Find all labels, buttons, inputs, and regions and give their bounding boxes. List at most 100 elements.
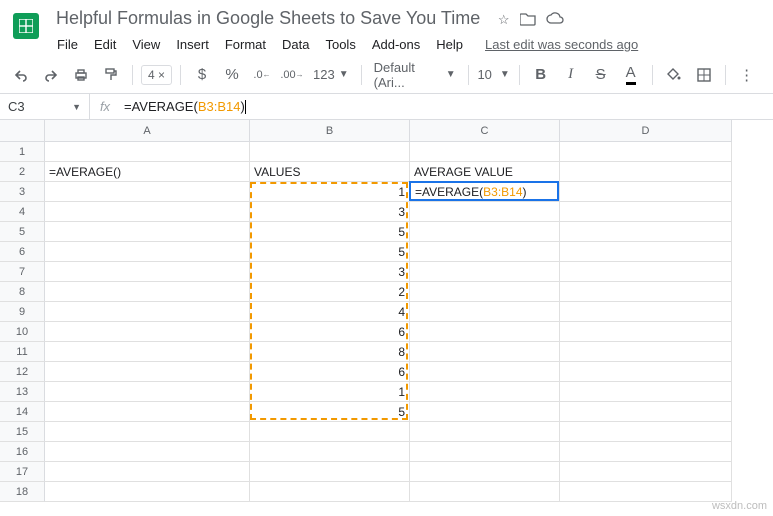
select-all-corner[interactable]	[0, 120, 45, 142]
cell[interactable]	[410, 282, 560, 302]
font-dropdown[interactable]: Default (Ari...▼	[370, 60, 460, 90]
cell[interactable]	[560, 282, 732, 302]
menu-format[interactable]: Format	[218, 33, 273, 56]
cell[interactable]	[45, 282, 250, 302]
cell[interactable]	[45, 242, 250, 262]
cell[interactable]	[45, 142, 250, 162]
star-icon[interactable]: ☆	[498, 12, 510, 29]
column-header[interactable]: A	[45, 120, 250, 142]
cell[interactable]: VALUES	[250, 162, 410, 182]
cell[interactable]	[410, 462, 560, 482]
menu-file[interactable]: File	[50, 33, 85, 56]
redo-button[interactable]	[38, 62, 64, 88]
menu-data[interactable]: Data	[275, 33, 316, 56]
sheets-logo[interactable]	[6, 6, 46, 46]
cell[interactable]	[410, 402, 560, 422]
currency-button[interactable]: $	[189, 62, 215, 88]
cell[interactable]	[250, 442, 410, 462]
cell[interactable]	[250, 462, 410, 482]
row-header[interactable]: 14	[0, 402, 45, 422]
cell[interactable]	[560, 162, 732, 182]
cell[interactable]	[560, 342, 732, 362]
row-header[interactable]: 1	[0, 142, 45, 162]
cell[interactable]: 6	[250, 322, 410, 342]
cell[interactable]	[560, 302, 732, 322]
strikethrough-button[interactable]: S	[588, 62, 614, 88]
row-header[interactable]: 4	[0, 202, 45, 222]
cell[interactable]	[410, 142, 560, 162]
cell[interactable]	[410, 482, 560, 502]
row-header[interactable]: 6	[0, 242, 45, 262]
borders-button[interactable]	[691, 62, 717, 88]
cell[interactable]	[560, 182, 732, 202]
cell[interactable]	[45, 362, 250, 382]
cell[interactable]	[45, 222, 250, 242]
active-cell-content[interactable]: =AVERAGE(B3:B14)	[411, 182, 531, 202]
cell[interactable]	[250, 422, 410, 442]
cell[interactable]	[250, 142, 410, 162]
row-header[interactable]: 9	[0, 302, 45, 322]
italic-button[interactable]: I	[558, 62, 584, 88]
paint-format-button[interactable]	[98, 62, 124, 88]
fill-color-button[interactable]	[661, 62, 687, 88]
cell[interactable]	[560, 482, 732, 502]
row-header[interactable]: 16	[0, 442, 45, 462]
row-header[interactable]: 3	[0, 182, 45, 202]
cell[interactable]	[410, 362, 560, 382]
cell[interactable]	[560, 402, 732, 422]
menu-tools[interactable]: Tools	[318, 33, 362, 56]
cell[interactable]	[560, 262, 732, 282]
cell[interactable]	[45, 262, 250, 282]
last-edit-link[interactable]: Last edit was seconds ago	[478, 33, 645, 56]
row-header[interactable]: 8	[0, 282, 45, 302]
cell[interactable]: 8	[250, 342, 410, 362]
cell[interactable]	[560, 242, 732, 262]
menu-edit[interactable]: Edit	[87, 33, 123, 56]
column-header[interactable]: D	[560, 120, 732, 142]
menu-addons[interactable]: Add-ons	[365, 33, 427, 56]
cell[interactable]	[45, 382, 250, 402]
cell[interactable]	[410, 342, 560, 362]
percent-button[interactable]: %	[219, 62, 245, 88]
cell[interactable]	[560, 442, 732, 462]
cell[interactable]: 1	[250, 182, 410, 202]
menu-insert[interactable]: Insert	[169, 33, 216, 56]
row-header[interactable]: 13	[0, 382, 45, 402]
row-header[interactable]: 11	[0, 342, 45, 362]
cell[interactable]	[410, 442, 560, 462]
decrease-decimal-button[interactable]: .0←	[249, 62, 275, 88]
cell[interactable]	[560, 222, 732, 242]
number-format-dropdown[interactable]: 123▼	[309, 67, 353, 82]
cell[interactable]	[45, 422, 250, 442]
cell[interactable]	[410, 222, 560, 242]
cell[interactable]: =AVERAGE()	[45, 162, 250, 182]
cell[interactable]: 1	[250, 382, 410, 402]
cell[interactable]	[45, 402, 250, 422]
row-header[interactable]: 5	[0, 222, 45, 242]
cell[interactable]	[560, 382, 732, 402]
cell[interactable]: 5	[250, 242, 410, 262]
cell[interactable]	[410, 302, 560, 322]
row-header[interactable]: 7	[0, 262, 45, 282]
cell[interactable]: 3	[250, 202, 410, 222]
cell[interactable]: AVERAGE VALUE	[410, 162, 560, 182]
cell[interactable]	[45, 322, 250, 342]
cell[interactable]	[560, 202, 732, 222]
cell[interactable]: 5	[250, 222, 410, 242]
column-header[interactable]: C	[410, 120, 560, 142]
cell[interactable]	[560, 362, 732, 382]
cell[interactable]	[45, 302, 250, 322]
undo-button[interactable]	[8, 62, 34, 88]
document-title[interactable]: Helpful Formulas in Google Sheets to Sav…	[50, 6, 486, 31]
row-header[interactable]: 12	[0, 362, 45, 382]
text-color-button[interactable]: A	[618, 62, 644, 88]
increase-decimal-button[interactable]: .00→	[279, 62, 305, 88]
formula-input[interactable]: =AVERAGE(B3:B14)	[120, 99, 773, 115]
row-header[interactable]: 10	[0, 322, 45, 342]
cell[interactable]	[410, 242, 560, 262]
cell[interactable]	[410, 202, 560, 222]
cell[interactable]	[45, 442, 250, 462]
cell[interactable]	[45, 482, 250, 502]
cell[interactable]: 5	[250, 402, 410, 422]
name-box[interactable]: C3▼	[0, 94, 90, 119]
